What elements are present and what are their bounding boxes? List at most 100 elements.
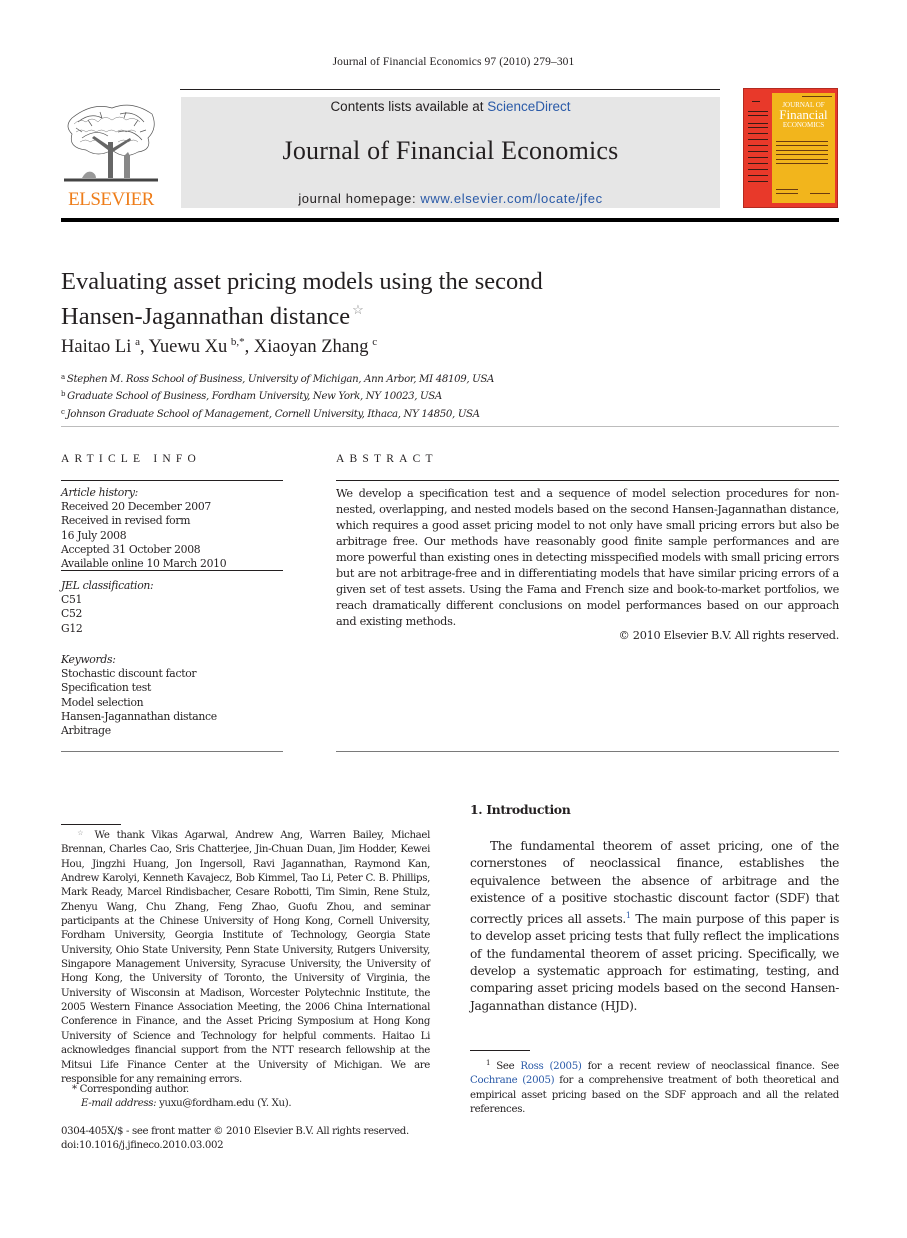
keywords-label: Keywords:	[61, 653, 116, 666]
footnote-star-icon: ☆	[73, 829, 88, 837]
affiliation-text: Johnson Graduate School of Management, C…	[66, 408, 480, 420]
jel-code: G12	[61, 621, 83, 635]
cover-decoration	[776, 193, 798, 194]
cover-title-line3: ECONOMICS	[782, 121, 825, 129]
email-line: E-mail address: yuxu@fordham.edu (Y. Xu)…	[81, 1098, 292, 1109]
abstract-rule	[336, 751, 839, 752]
history-item: 16 July 2008	[61, 528, 127, 542]
article-history: Article history: Received 20 December 20…	[61, 486, 227, 571]
cover-decoration	[748, 181, 768, 182]
running-header: Journal of Financial Economics 97 (2010)…	[332, 56, 575, 68]
author-name[interactable]: Xiaoyan Zhang	[254, 337, 369, 357]
journal-homepage-line: journal homepage: www.elsevier.com/locat…	[181, 191, 720, 206]
masthead-bottom-rule	[61, 218, 839, 222]
article-title: Evaluating asset pricing models using th…	[61, 268, 661, 331]
footnote-rule	[61, 824, 121, 825]
keyword: Stochastic discount factor	[61, 667, 197, 681]
affiliation-text: Graduate School of Business, Fordham Uni…	[67, 391, 442, 403]
abstract-text: We develop a specification test and a se…	[336, 487, 839, 628]
affiliation-item: b Graduate School of Business, Fordham Un…	[61, 387, 494, 404]
affiliation-mark: c	[61, 407, 65, 416]
abstract-rule	[336, 480, 839, 481]
cover-decoration	[776, 141, 828, 142]
cover-decoration	[748, 115, 768, 116]
cover-decoration	[748, 139, 768, 140]
contents-prefix: Contents lists available at	[330, 99, 488, 114]
article-info-heading: ARTICLE INFO	[61, 453, 201, 465]
cover-decoration	[748, 175, 768, 176]
acknowledgment-footnote: ☆ We thank Vikas Agarwal, Andrew Ang, Wa…	[61, 826, 430, 1087]
intro-text-part2: The main purpose of this paper is to dev…	[470, 912, 839, 1013]
journal-title: Journal of Financial Economics	[282, 136, 619, 165]
cover-decoration	[748, 133, 768, 134]
corresponding-author-note: * Corresponding author.	[72, 1084, 189, 1095]
cover-title-line2: Financial	[779, 107, 828, 122]
abstract-heading: ABSTRACT	[336, 453, 438, 465]
affiliation-item: c Johnson Graduate School of Management, …	[61, 405, 494, 422]
keyword: Model selection	[61, 695, 144, 709]
author-affiliation-mark[interactable]: b,*	[231, 336, 245, 348]
cover-decoration	[776, 189, 798, 190]
jel-code: C52	[61, 607, 83, 621]
keyword: Arbitrage	[61, 724, 111, 738]
masthead-top-rule	[180, 89, 720, 90]
abstract-copyright: © 2010 Elsevier B.V. All rights reserved…	[618, 629, 840, 642]
article-info-rule	[61, 751, 283, 752]
jel-label: JEL classification:	[61, 579, 154, 592]
author-name[interactable]: Yuewu Xu	[149, 337, 228, 357]
elsevier-wordmark: ELSEVIER	[68, 189, 154, 210]
citation-link-cochrane-2005[interactable]: Cochrane (2005)	[470, 1075, 555, 1086]
author-list: Haitao Li a, Yuewu Xu b,*, Xiaoyan Zhang…	[61, 336, 378, 357]
title-footnote-star-icon[interactable]: ☆	[352, 302, 364, 317]
footnote-1: 1 See Ross (2005) for a recent review of…	[470, 1056, 839, 1118]
jel-classification: JEL classification: C51 C52 G12	[61, 579, 154, 636]
history-item: Accepted 31 October 2008	[61, 542, 201, 556]
article-info-rule	[61, 480, 283, 481]
history-item: Received 20 December 2007	[61, 500, 212, 514]
affiliation-item: a Stephen M. Ross School of Business, Uni…	[61, 370, 494, 387]
sciencedirect-link[interactable]: ScienceDirect	[487, 99, 570, 114]
history-item: Received in revised form	[61, 514, 191, 528]
author-name[interactable]: Haitao Li	[61, 337, 131, 357]
cover-decoration	[802, 96, 832, 97]
footnote-rule	[470, 1050, 530, 1051]
article-title-line1: Evaluating asset pricing models using th…	[61, 268, 543, 295]
cover-decoration	[748, 111, 768, 112]
author-affiliation-mark[interactable]: c	[372, 336, 377, 348]
affiliation-list: a Stephen M. Ross School of Business, Uni…	[61, 370, 494, 422]
cover-panel: JOURNAL OF Financial ECONOMICS	[772, 93, 835, 203]
keyword: Specification test	[61, 681, 152, 695]
article-info-rule	[61, 570, 283, 571]
keyword: Hansen-Jagannathan distance	[61, 709, 217, 723]
article-title-line2: Hansen-Jagannathan distance	[61, 303, 351, 330]
cover-decoration	[776, 145, 828, 146]
citation-link-ross-2005[interactable]: Ross (2005)	[520, 1061, 581, 1072]
cover-decoration	[810, 193, 830, 194]
acknowledgment-text: We thank Vikas Agarwal, Andrew Ang, Warr…	[61, 830, 430, 1085]
email-address[interactable]: yuxu@fordham.edu (Y. Xu).	[156, 1098, 292, 1109]
introduction-heading: 1. Introduction	[470, 802, 571, 817]
author-affiliation-mark[interactable]: a	[135, 336, 140, 348]
issn-line: 0304-405X/$ - see front matter © 2010 El…	[61, 1126, 409, 1137]
cover-decoration	[748, 127, 768, 128]
cover-decoration	[752, 101, 760, 102]
affiliation-mark: a	[61, 373, 65, 381]
cover-decoration	[776, 163, 828, 164]
cover-decoration	[748, 151, 768, 152]
cover-decoration	[776, 150, 828, 151]
homepage-prefix: journal homepage:	[298, 191, 421, 206]
footnote-text: See	[490, 1061, 521, 1072]
contents-line: Contents lists available at ScienceDirec…	[181, 99, 720, 114]
journal-homepage-link[interactable]: www.elsevier.com/locate/jfec	[420, 191, 602, 206]
cover-decoration	[776, 154, 828, 155]
footnote-text: for a recent review of neoclassical fina…	[581, 1061, 840, 1072]
doi-link[interactable]: doi:10.1016/j.jfineco.2010.03.002	[61, 1140, 224, 1151]
cover-decoration	[776, 159, 828, 160]
cover-decoration	[748, 123, 768, 124]
affiliation-text: Stephen M. Ross School of Business, Univ…	[66, 374, 495, 385]
cover-decoration	[748, 163, 768, 164]
cover-decoration	[748, 145, 768, 146]
section-divider	[61, 426, 839, 427]
affiliation-mark: b	[61, 390, 66, 399]
journal-cover-thumbnail[interactable]: JOURNAL OF Financial ECONOMICS	[743, 88, 838, 208]
